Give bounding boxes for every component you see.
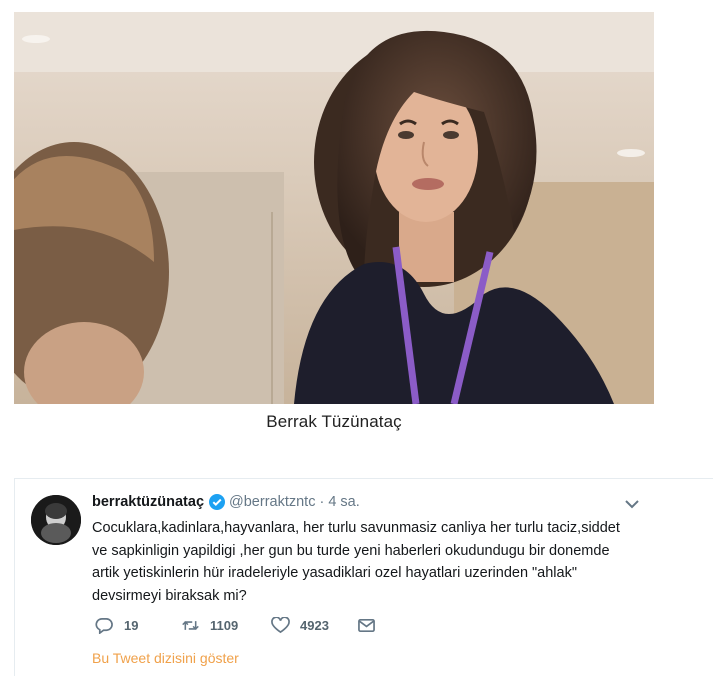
dm-button[interactable] — [357, 617, 386, 634]
envelope-icon — [358, 618, 375, 632]
show-thread-link[interactable]: Bu Tweet dizisini göster — [92, 650, 239, 666]
photo-illustration — [14, 12, 654, 404]
tweet-text: Cocuklara,kadinlara,hayvanlara, her turl… — [92, 517, 652, 607]
retweet-button[interactable]: 1109 — [181, 617, 271, 634]
tweet-line: artik yetiskinlerin hür iradeleriyle yas… — [92, 565, 577, 581]
retweet-icon — [182, 620, 199, 630]
avatar[interactable] — [31, 495, 81, 545]
separator: · — [319, 494, 325, 510]
reply-button[interactable]: 19 — [95, 617, 181, 634]
tweet-header: berraktüzünataç @berraktzntc · 4 sa. — [92, 494, 360, 510]
chevron-down-icon[interactable] — [625, 497, 639, 509]
reply-icon — [95, 617, 113, 634]
display-name[interactable]: berraktüzünataç — [92, 494, 204, 510]
tweet-line: devsirmeyi biraksak mi? — [92, 587, 247, 604]
tweet-line: Cocuklara,kadinlara,hayvanlara, her turl… — [92, 520, 620, 536]
heart-icon — [271, 616, 290, 633]
verified-badge-icon — [209, 494, 226, 510]
like-button[interactable]: 4923 — [271, 616, 357, 634]
tweet-line: ve sapkinligin yapildigi ,her gun bu tur… — [92, 542, 610, 559]
timestamp[interactable]: 4 sa. — [328, 494, 359, 510]
reply-count: 19 — [124, 617, 139, 633]
embedded-tweet: berraktüzünataç @berraktzntc · 4 sa. Coc… — [14, 478, 713, 676]
article-photo — [14, 12, 654, 404]
retweet-count: 1109 — [210, 617, 239, 633]
like-count: 4923 — [300, 617, 329, 633]
photo-caption: Berrak Tüzünataç — [266, 412, 402, 431]
handle[interactable]: @berraktzntc — [229, 494, 315, 510]
tweet-actions: 19 1109 4923 — [95, 615, 386, 635]
